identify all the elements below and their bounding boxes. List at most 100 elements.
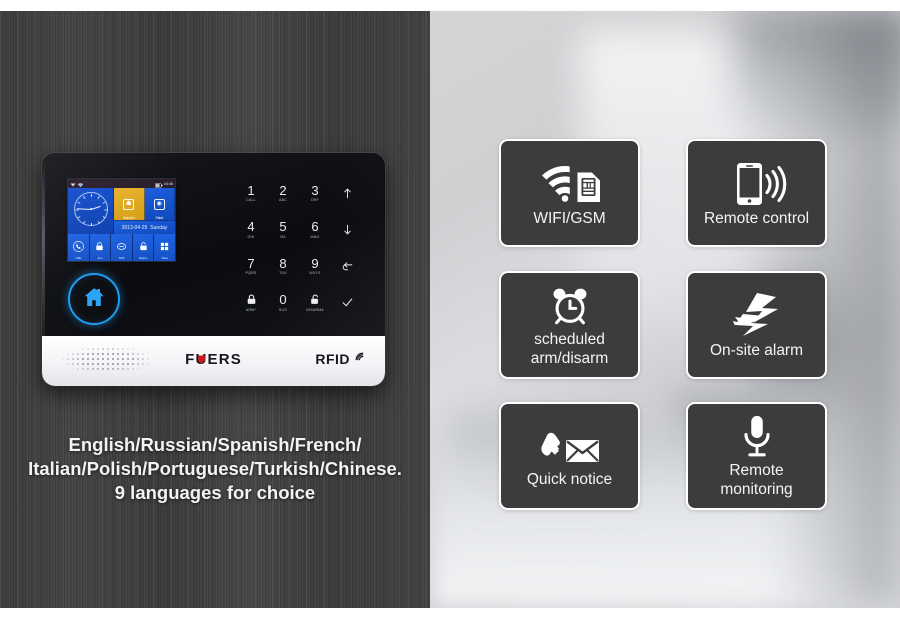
key-0[interactable]: 0 SOS: [267, 285, 299, 322]
device-lcd-screen: 04:46 ☗ Stay Arm ◉ Patrol 2013-04-29 Sun…: [68, 179, 175, 261]
key-3[interactable]: 3 DEF: [299, 175, 331, 212]
clock-hour-hand: [90, 205, 101, 210]
feature-card-label: scheduled arm/disarm: [525, 330, 615, 368]
caption-line-1: English/Russian/Spanish/French/: [68, 434, 362, 455]
lcd-icon-label: More: [161, 256, 168, 260]
key-back[interactable]: [331, 248, 363, 285]
speaker-grill: [62, 348, 152, 372]
lightning-burst-icon: [729, 290, 785, 342]
lock-closed-icon: [245, 293, 258, 306]
device-bottom-strip: FUERS RFID: [42, 336, 385, 386]
check-icon: [341, 296, 354, 309]
arrow-up-icon: [341, 187, 354, 200]
device-face: 04:46 ☗ Stay Arm ◉ Patrol 2013-04-29 Sun…: [42, 153, 385, 361]
clock-minute-hand: [76, 208, 92, 210]
home-button[interactable]: [68, 273, 120, 325]
lcd-tile-label: Patrol: [155, 216, 163, 220]
key-sublabel: SOS: [278, 307, 288, 312]
key-sublabel: DISARM#: [306, 307, 324, 312]
home-arm-icon: ☗: [123, 198, 135, 210]
brand-suffix: ERS: [207, 351, 242, 368]
key-sublabel: PQRS: [245, 271, 257, 275]
key-5[interactable]: 5 JKL: [267, 212, 299, 249]
microphone-icon: [740, 413, 774, 461]
lcd-icon-calls[interactable]: Calls: [68, 234, 90, 261]
lock-icon: [94, 241, 105, 252]
feature-card-grid: WIFI/GSM Remote control scheduled arm/di…: [430, 11, 900, 608]
feature-card-remote-control[interactable]: Remote control: [686, 139, 827, 247]
feature-card-label: WIFI/GSM: [533, 210, 606, 227]
key-4[interactable]: 4 GHI: [235, 212, 267, 249]
key-number: 0: [279, 292, 287, 307]
key-sublabel: JKL: [279, 234, 287, 239]
key-sublabel: GHI: [247, 234, 255, 239]
lcd-icon-arm[interactable]: Arm: [89, 234, 112, 261]
key-2[interactable]: 2 ABC: [267, 175, 299, 212]
feature-card-quick-notice[interactable]: Quick notice: [499, 402, 640, 510]
lcd-date-row: 2013-04-29 Sunday: [114, 220, 175, 234]
back-arrow-icon: [341, 260, 354, 273]
lcd-weekday-value: Sunday: [150, 224, 168, 231]
key-sublabel: ARM*: [245, 307, 257, 312]
brand-u-with-shield: U: [195, 351, 207, 368]
feature-card-scheduled-arm-disarm[interactable]: scheduled arm/disarm: [499, 271, 640, 379]
lcd-icon-label: Arm: [97, 256, 103, 260]
lcd-icon-more[interactable]: More: [154, 234, 175, 261]
clock-center-dot: [90, 208, 92, 210]
key-8[interactable]: 8 TUV: [267, 248, 299, 285]
home-icon: [82, 285, 106, 314]
feature-card-remote-monitoring[interactable]: Remote monitoring: [686, 402, 827, 510]
key-9[interactable]: 9 WXYZ: [299, 248, 331, 285]
feature-card-label: Remote monitoring: [714, 461, 798, 499]
key-number: 5: [279, 219, 287, 234]
key-6[interactable]: 6 MNO: [299, 212, 331, 249]
right-panel-room-background: WIFI/GSM Remote control scheduled arm/di…: [430, 11, 900, 608]
sos-icon: [116, 241, 127, 252]
key-7[interactable]: 7 PQRS: [235, 248, 267, 285]
lcd-icon-label: SOS: [118, 256, 125, 260]
key-confirm[interactable]: [331, 285, 363, 322]
unlock-icon: [138, 241, 149, 252]
lcd-tile-stay-arm[interactable]: ☗ Stay Arm: [114, 188, 145, 220]
lcd-tile-patrol[interactable]: ◉ Patrol: [144, 188, 175, 220]
rfid-label: RFID: [315, 351, 350, 367]
lcd-tile-group: ☗ Stay Arm ◉ Patrol 2013-04-29 Sunday: [114, 188, 175, 234]
feature-card-label: Quick notice: [526, 471, 613, 488]
key-1[interactable]: 1 CALL: [235, 175, 267, 212]
feature-card-on-site-alarm[interactable]: On-site alarm: [686, 271, 827, 379]
feature-card-label-line-1: scheduled: [534, 331, 605, 348]
left-panel-wood-background: 04:46 ☗ Stay Arm ◉ Patrol 2013-04-29 Sun…: [0, 11, 430, 608]
feature-card-label-line-1: Remote: [729, 462, 784, 479]
key-disarm[interactable]: DISARM#: [299, 285, 331, 322]
rfid-waves-icon: [351, 348, 365, 365]
lcd-status-bar: 04:46: [68, 179, 175, 188]
device-left-edge-highlight: [42, 161, 45, 361]
key-arrow-up[interactable]: [331, 175, 363, 212]
caption-line-2: Italian/Polish/Portuguese/Turkish/Chines…: [28, 458, 402, 479]
key-sublabel: CALL: [246, 198, 256, 202]
key-arrow-down[interactable]: [331, 212, 363, 249]
lcd-icon-disarm[interactable]: Disarm: [132, 234, 155, 261]
alarm-clock-icon: [547, 282, 593, 330]
fuers-logo: FUERS: [185, 351, 242, 368]
grid-icon: [159, 241, 170, 252]
feature-card-label-line-2: arm/disarm: [530, 350, 609, 367]
device-keypad[interactable]: 1 CALL 2 ABC 3 DEF 4 GHI 5 JKL 6 MNO 7 P…: [235, 175, 363, 321]
feature-card-wifi-gsm[interactable]: WIFI/GSM: [499, 139, 640, 247]
lcd-main-area: ☗ Stay Arm ◉ Patrol 2013-04-29 Sunday: [68, 188, 175, 234]
lcd-time: 04:46: [163, 181, 173, 186]
clock-face: [74, 192, 108, 226]
lcd-date-value: 2013-04-29: [121, 224, 148, 231]
key-number: 8: [279, 255, 287, 271]
promo-banner: 04:46 ☗ Stay Arm ◉ Patrol 2013-04-29 Sun…: [0, 0, 900, 621]
lcd-icon-sos[interactable]: SOS: [111, 234, 133, 261]
feature-card-label: Remote control: [703, 210, 810, 227]
feature-card-label: On-site alarm: [709, 342, 804, 359]
lcd-icon-row: Calls Arm SOS Disarm More: [68, 234, 175, 261]
phone-icon: [72, 240, 84, 252]
phone-envelope-icon: [539, 423, 601, 471]
arrow-down-icon: [341, 223, 354, 236]
phone-signal-icon: [727, 158, 787, 210]
key-arm[interactable]: ARM*: [235, 285, 267, 322]
lcd-tile-label: Stay Arm: [123, 216, 135, 220]
